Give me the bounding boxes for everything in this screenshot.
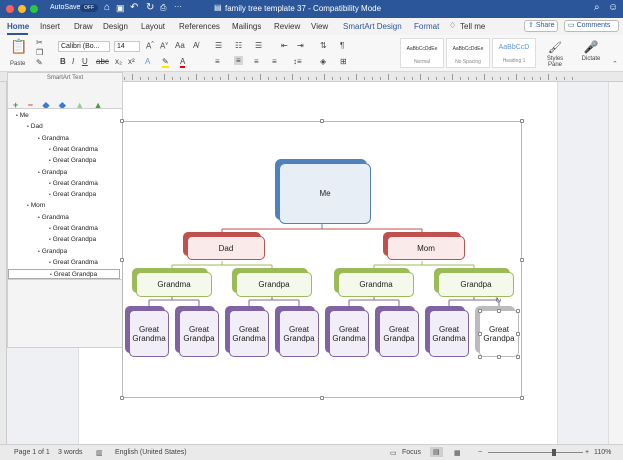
diagram-node-me[interactable]: Me (279, 163, 371, 224)
shape-resize-handle[interactable] (516, 332, 520, 336)
zoom-slider-thumb[interactable] (552, 449, 556, 456)
zoom-out-icon[interactable]: − (478, 449, 482, 456)
web-layout-icon[interactable]: ▦ (454, 449, 461, 457)
diagram-node-great-grandparent[interactable]: Great Grandma (229, 310, 269, 357)
rotate-handle-icon[interactable]: ↻ (495, 296, 502, 305)
proofing-icon[interactable]: ▥ (96, 449, 103, 457)
diagram-node-grandparent[interactable]: Grandma (136, 272, 212, 297)
diagram-node-great-grandparent[interactable]: Great Grandma (129, 310, 169, 357)
diagram-node-dad[interactable]: Dad (187, 236, 265, 260)
diagram-node-great-grandparent[interactable]: Great Grandpa (379, 310, 419, 357)
shape-resize-handle[interactable] (478, 355, 482, 359)
status-bar: Page 1 of 1 3 words ▥ English (United St… (0, 444, 623, 460)
shape-resize-handle[interactable] (497, 309, 501, 313)
language[interactable]: English (United States) (115, 449, 187, 456)
focus-icon[interactable]: ▭ (390, 449, 397, 457)
shape-resize-handle[interactable] (516, 309, 520, 313)
diagram-node-great-grandparent[interactable]: Great Grandma (329, 310, 369, 357)
diagram-node-grandparent[interactable]: Grandma (338, 272, 414, 297)
shape-resize-handle[interactable] (497, 355, 501, 359)
diagram-connectors (148, 224, 500, 310)
diagram-node-great-grandparent[interactable]: Great Grandma (429, 310, 469, 357)
diagram-node-grandparent[interactable]: Grandpa (438, 272, 514, 297)
zoom-in-icon[interactable]: + (585, 449, 589, 456)
page-count[interactable]: Page 1 of 1 (14, 449, 50, 456)
print-layout-icon[interactable]: ▤ (430, 447, 443, 457)
zoom-slider[interactable] (488, 449, 583, 456)
diagram-node-mom[interactable]: Mom (387, 236, 465, 260)
focus-label[interactable]: Focus (402, 449, 421, 456)
diagram-node-grandparent[interactable]: Grandpa (236, 272, 312, 297)
word-count[interactable]: 3 words (58, 449, 83, 456)
diagram-node-great-grandparent[interactable]: Great Grandpa (179, 310, 219, 357)
shape-resize-handle[interactable] (478, 332, 482, 336)
diagram-node-great-grandparent-selected[interactable]: Great Grandpa (479, 310, 519, 357)
shape-resize-handle[interactable] (478, 309, 482, 313)
shape-resize-handle[interactable] (516, 355, 520, 359)
diagram-node-great-grandparent[interactable]: Great Grandpa (279, 310, 319, 357)
zoom-level[interactable]: 110% (594, 449, 611, 456)
